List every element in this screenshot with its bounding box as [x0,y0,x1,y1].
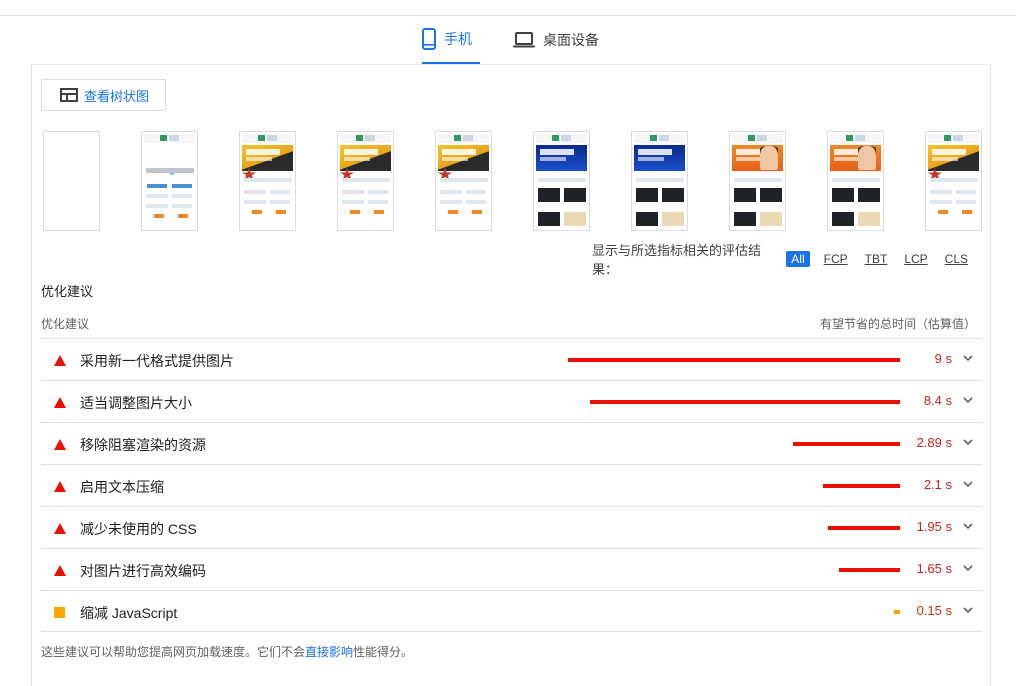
chevron-down-icon[interactable] [962,564,974,572]
fail-triangle-icon [54,563,66,581]
filmstrip-frame [435,131,492,231]
opportunity-title: 对图片进行高效编码 [80,563,206,579]
savings-value: 2.1 s [923,477,952,492]
savings-bar [839,568,900,572]
filmstrip-frame [827,131,884,231]
filmstrip-frame [43,131,100,231]
chevron-down-icon[interactable] [962,438,974,446]
opportunity-row[interactable]: 启用文本压缩 2.1 s [41,464,982,506]
opportunity-title: 减少未使用的 CSS [80,521,197,537]
fail-triangle-icon [54,395,66,413]
column-header-right: 有望节省的总时间（估算值） [819,317,976,331]
metric-filter: 显示与所选指标相关的评估结果： All FCP TBT LCP CLS [592,243,982,277]
opportunity-list: 采用新一代格式提供图片 9 s 适当调整图片大小 8.4 s 移除阻塞渲染的资源 2.89… [41,338,982,632]
tab-mobile[interactable]: 手机 [422,16,480,64]
laptop-icon [513,32,535,48]
device-tabs: 手机 桌面设备 [0,16,1031,64]
filmstrip-frame [239,131,296,231]
opportunity-title: 启用文本压缩 [80,479,164,495]
opportunity-row[interactable]: 适当调整图片大小 8.4 s [41,380,982,422]
chevron-down-icon[interactable] [962,522,974,530]
savings-bar [793,442,900,446]
opportunity-title: 移除阻塞渲染的资源 [80,437,206,453]
savings-value: 1.65 s [916,561,952,576]
metric-chip-tbt[interactable]: TBT [862,251,891,267]
opportunity-row[interactable]: 采用新一代格式提供图片 9 s [41,338,982,380]
savings-bar [590,400,900,404]
smartphone-icon [422,28,436,50]
metric-chip-fcp[interactable]: FCP [821,251,851,267]
filmstrip-frame [925,131,982,231]
chevron-down-icon[interactable] [962,606,974,614]
opportunity-row[interactable]: 对图片进行高效编码 1.65 s [41,548,982,590]
metric-chip-lcp[interactable]: LCP [901,251,930,267]
column-header-left: 优化建议 [41,317,90,331]
tab-desktop[interactable]: 桌面设备 [513,16,599,64]
tab-mobile-label: 手机 [444,31,472,47]
opportunity-row[interactable]: 缩减 JavaScript 0.15 s [41,590,982,632]
metric-filter-label: 显示与所选指标相关的评估结果： [592,243,762,277]
opportunity-row[interactable]: 减少未使用的 CSS 1.95 s [41,506,982,548]
opportunity-title: 采用新一代格式提供图片 [80,353,234,369]
tab-desktop-label: 桌面设备 [543,32,599,48]
filmstrip-frame [141,131,198,231]
footnote-text-end: 性能得分。 [353,645,414,659]
savings-bar [823,484,900,488]
fail-triangle-icon [54,353,66,371]
savings-value: 8.4 s [923,393,952,408]
fail-triangle-icon [54,521,66,539]
savings-value: 2.89 s [916,435,952,450]
footnote-text: 这些建议可以帮助您提高网页加载速度。它们不会 [41,645,306,659]
column-header: 优化建议 有望节省的总时间（估算值） [41,315,981,332]
filmstrip-frame [729,131,786,231]
opportunity-title: 适当调整图片大小 [80,395,192,411]
section-title: 优化建议 [41,284,94,299]
savings-bar [828,526,900,530]
opportunity-row[interactable]: 移除阻塞渲染的资源 2.89 s [41,422,982,464]
average-square-icon [54,605,65,623]
fail-triangle-icon [54,437,66,455]
filmstrip-frame [337,131,394,231]
savings-bar [568,358,900,362]
top-divider [0,0,1016,16]
chevron-down-icon[interactable] [962,396,974,404]
direct-impact-link[interactable]: 直接影响 [305,645,353,659]
filmstrip-frame [631,131,688,231]
chevron-down-icon[interactable] [962,354,974,362]
savings-bar [894,610,900,614]
filmstrip [43,131,983,233]
savings-value: 1.95 s [916,519,952,534]
footnote: 这些建议可以帮助您提高网页加载速度。它们不会直接影响性能得分。 [41,643,413,660]
savings-value: 9 s [934,351,952,366]
treemap-icon [60,88,78,102]
filmstrip-frame [533,131,590,231]
fail-triangle-icon [54,479,66,497]
performance-panel: 查看树状图 显示与所选指标相关的评估结果： All FCP TBT LCP CLS 优化… [31,64,991,686]
metric-chip-all[interactable]: All [786,251,810,267]
view-treemap-button[interactable]: 查看树状图 [41,79,166,111]
view-treemap-label: 查看树状图 [84,88,150,104]
metric-chip-cls[interactable]: CLS [942,251,971,267]
savings-value: 0.15 s [916,603,952,618]
opportunity-title: 缩减 JavaScript [80,605,178,621]
chevron-down-icon[interactable] [962,480,974,488]
